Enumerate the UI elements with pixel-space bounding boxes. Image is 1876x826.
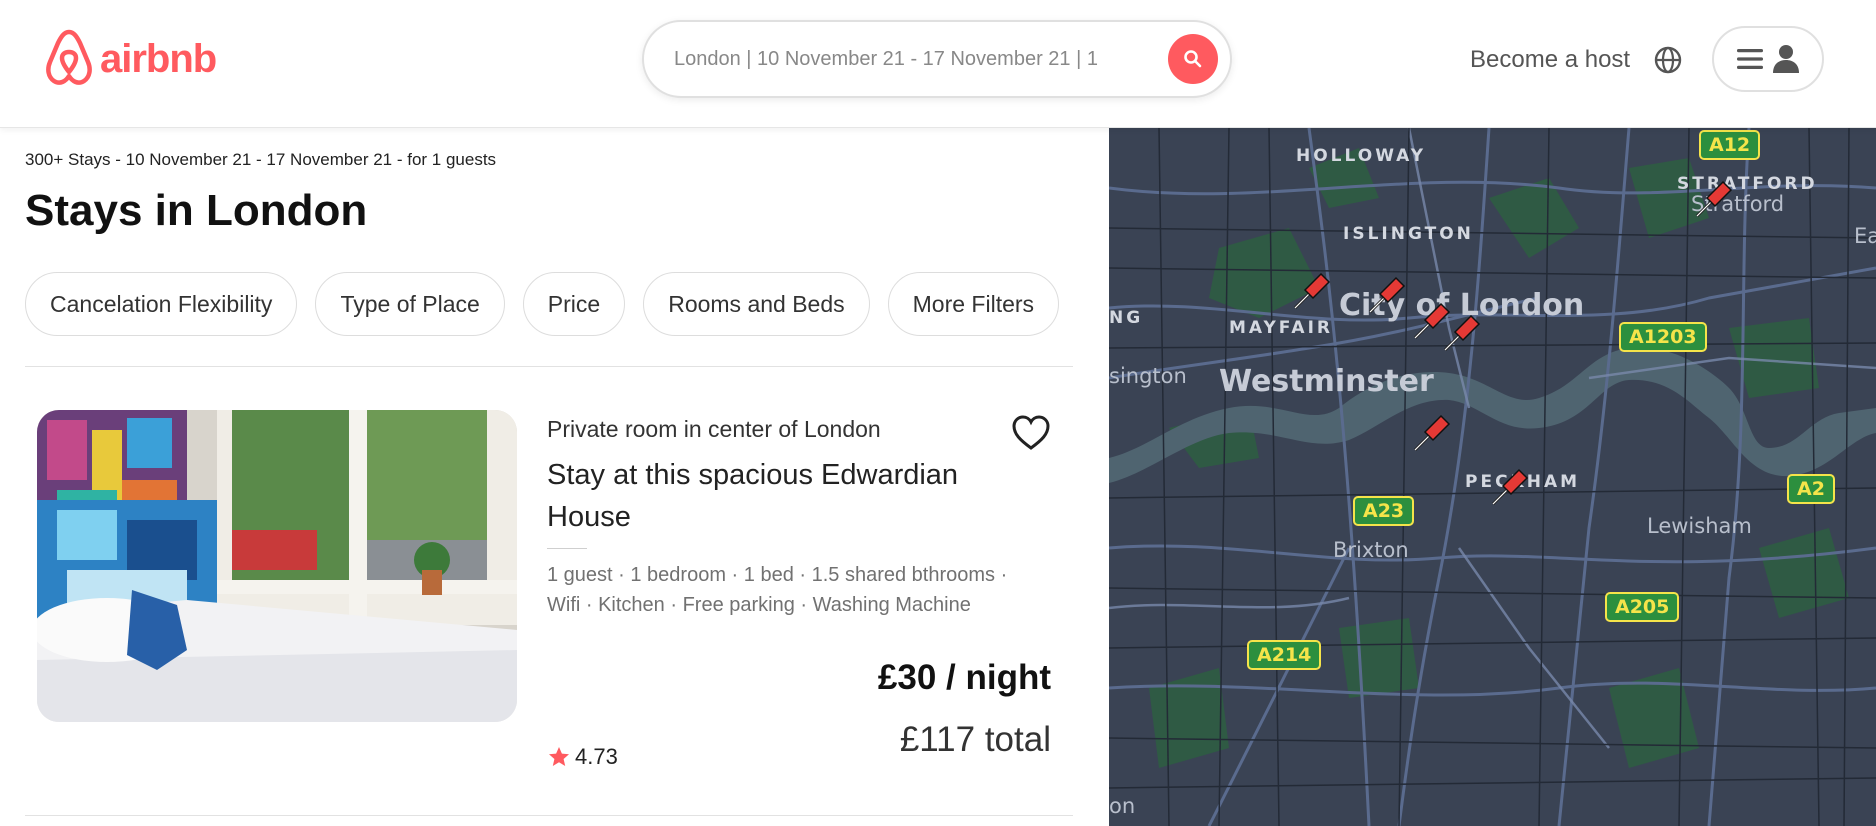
map-view[interactable]: HOLLOWAY ISLINGTON STRATFORD MAYFAIR NG … bbox=[1109, 128, 1876, 826]
logo-text: airbnb bbox=[100, 36, 217, 81]
filter-bar: Cancelation Flexibility Type of Place Pr… bbox=[25, 272, 1060, 336]
listing-type: Private room in center of London bbox=[547, 416, 881, 442]
listing-features: 1 guest · 1 bedroom · 1 bed · 1.5 shared… bbox=[547, 560, 1057, 620]
road-badge: A205 bbox=[1605, 592, 1680, 622]
map-area-label: NG bbox=[1109, 308, 1144, 328]
rating-value: 4.73 bbox=[575, 744, 618, 769]
filter-cancelation-flexibility[interactable]: Cancelation Flexibility bbox=[25, 272, 298, 336]
map-area-label: HOLLOWAY bbox=[1296, 146, 1427, 166]
filter-rooms-and-beds[interactable]: Rooms and Beds bbox=[643, 272, 870, 336]
map-area-label: Ea bbox=[1854, 224, 1876, 248]
road-badge: A23 bbox=[1353, 496, 1415, 526]
search-summary[interactable]: London | 10 November 21 - 17 November 21… bbox=[674, 48, 1168, 71]
road-badge: A2 bbox=[1787, 474, 1835, 504]
listing-price: £30 / night bbox=[877, 658, 1051, 697]
pushpin-icon[interactable] bbox=[1691, 176, 1737, 222]
filter-more-filters[interactable]: More Filters bbox=[887, 272, 1060, 336]
page-title: Stays in London bbox=[25, 186, 368, 235]
listing-title[interactable]: Stay at this spacious Edwardian House bbox=[547, 454, 1017, 538]
become-host-link[interactable]: Become a host bbox=[1470, 46, 1630, 74]
road-badge: A12 bbox=[1699, 130, 1761, 160]
results-panel: 300+ Stays - 10 November 21 - 17 Novembe… bbox=[0, 128, 1108, 826]
map-area-label: sington bbox=[1109, 364, 1187, 388]
search-button[interactable] bbox=[1168, 34, 1218, 84]
hamburger-menu-icon bbox=[1737, 49, 1763, 69]
listing-photo[interactable] bbox=[37, 410, 517, 722]
user-menu-button[interactable] bbox=[1712, 26, 1824, 92]
pushpin-icon[interactable] bbox=[1409, 410, 1455, 456]
listing-features-line-2: Wifi · Kitchen · Free parking · Washing … bbox=[547, 594, 971, 616]
filter-price[interactable]: Price bbox=[522, 272, 626, 336]
pushpin-icon[interactable] bbox=[1487, 464, 1533, 510]
map-area-label: Brixton bbox=[1333, 538, 1409, 562]
listing-divider bbox=[547, 548, 587, 549]
map-area-label: ISLINGTON bbox=[1343, 224, 1474, 244]
listing-total: £117 total bbox=[899, 720, 1051, 759]
results-meta: 300+ Stays - 10 November 21 - 17 Novembe… bbox=[25, 150, 497, 169]
airbnb-logo-icon bbox=[46, 29, 92, 85]
globe-icon[interactable] bbox=[1652, 44, 1684, 76]
heart-icon[interactable] bbox=[1010, 412, 1052, 454]
user-icon bbox=[1773, 45, 1799, 73]
road-badge: A1203 bbox=[1619, 322, 1707, 352]
map-area-label: MAYFAIR bbox=[1229, 318, 1333, 338]
search-icon bbox=[1184, 50, 1202, 68]
filter-type-of-place[interactable]: Type of Place bbox=[315, 272, 505, 336]
listing-features-line-1: 1 guest · 1 bedroom · 1 bed · 1.5 shared… bbox=[547, 564, 1008, 586]
airbnb-logo[interactable]: airbnb bbox=[46, 28, 217, 90]
divider bbox=[25, 815, 1073, 816]
pushpin-icon[interactable] bbox=[1364, 272, 1410, 318]
map-area-label: Lewisham bbox=[1647, 514, 1752, 538]
road-badge: A214 bbox=[1247, 640, 1322, 670]
search-bar[interactable]: London | 10 November 21 - 17 November 21… bbox=[642, 20, 1232, 98]
top-navbar: airbnb London | 10 November 21 - 17 Nove… bbox=[0, 0, 1876, 128]
pushpin-icon[interactable] bbox=[1439, 310, 1485, 356]
pushpin-icon[interactable] bbox=[1289, 268, 1335, 314]
divider bbox=[25, 366, 1073, 367]
star-icon bbox=[549, 747, 569, 766]
map-area-label: on bbox=[1109, 794, 1136, 818]
listing-card[interactable]: Private room in center of London Stay at… bbox=[25, 410, 1073, 810]
map-area-label: Westminster bbox=[1219, 364, 1434, 399]
listing-rating: 4.73 bbox=[547, 744, 618, 770]
